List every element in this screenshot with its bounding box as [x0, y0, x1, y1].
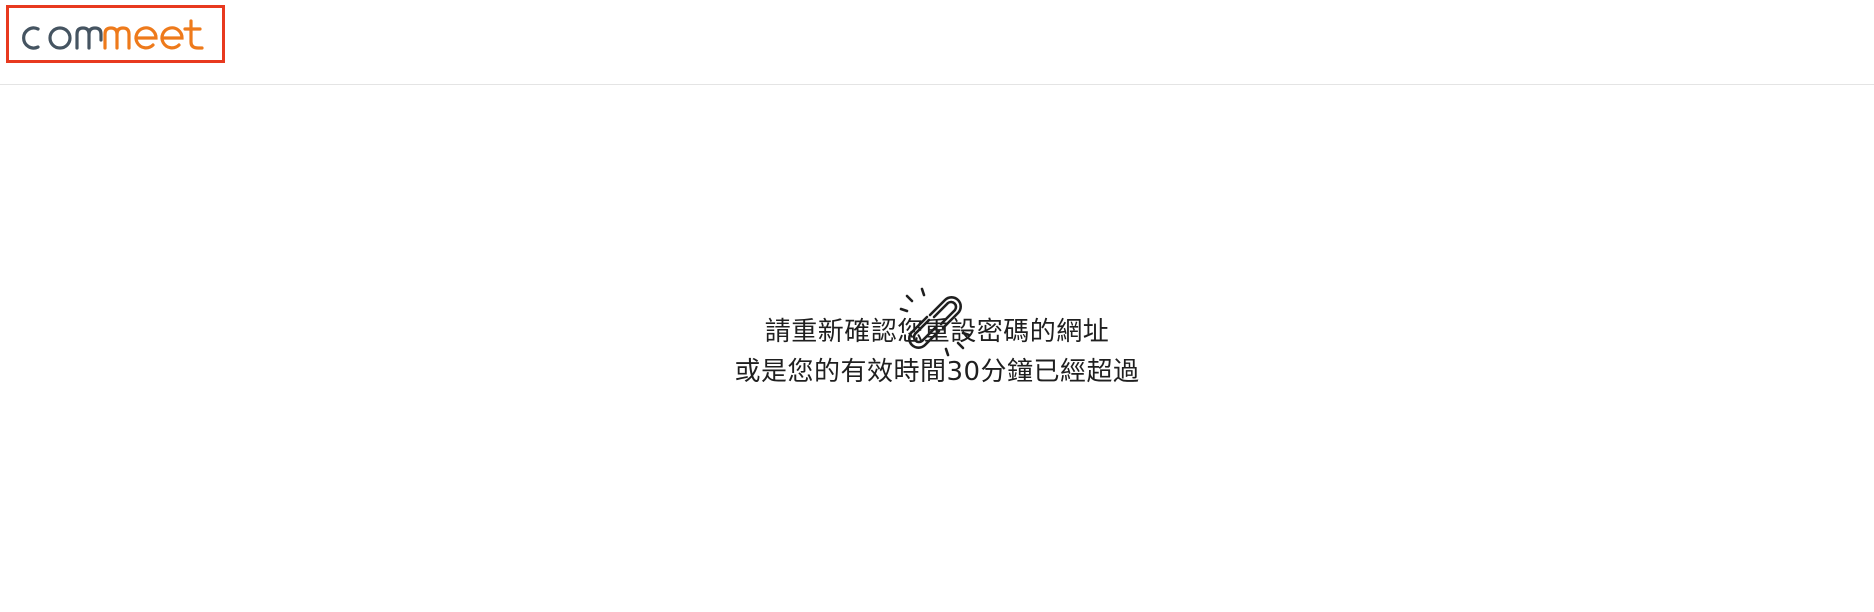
message-line-1: 請重新確認您重設密碼的網址: [764, 317, 1110, 347]
error-message: 請重新確認您重設密碼的網址 或是您的有效時間30分鐘已經超過: [0, 312, 1874, 392]
main-content: 請重新確認您重設密碼的網址 或是您的有效時間30分鐘已經超過: [0, 86, 1874, 612]
commeet-logo: [22, 19, 204, 50]
header: [0, 0, 1874, 85]
message-line-2: 或是您的有效時間30分鐘已經超過: [734, 357, 1140, 387]
logo-link[interactable]: [6, 5, 225, 63]
